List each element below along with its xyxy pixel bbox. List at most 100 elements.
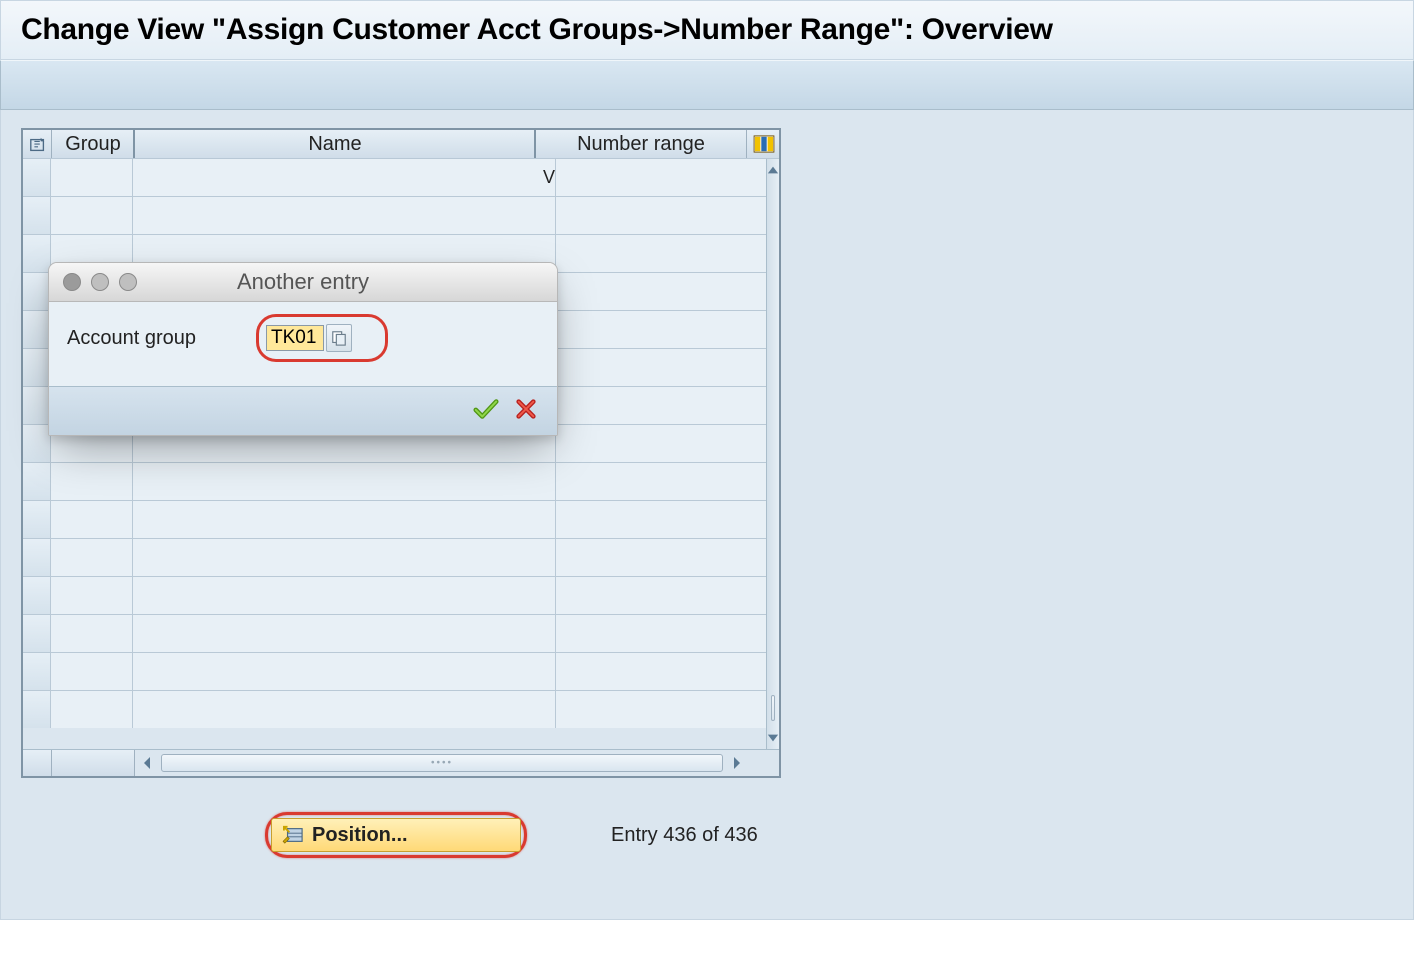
row-selector[interactable]	[23, 691, 51, 728]
table-row[interactable]	[23, 691, 766, 728]
table-row[interactable]	[23, 463, 766, 501]
cell-group[interactable]	[51, 501, 133, 538]
table-row[interactable]	[23, 615, 766, 653]
table-row[interactable]	[23, 197, 766, 235]
hscroll-thumb[interactable]: ••••	[161, 754, 723, 772]
cross-icon	[515, 398, 537, 425]
cell-name[interactable]	[133, 653, 556, 690]
table-row[interactable]	[23, 539, 766, 577]
row-selector[interactable]	[23, 501, 51, 538]
column-header-range-label: Number range	[577, 133, 705, 156]
application-toolbar	[0, 60, 1414, 110]
cell-number-range[interactable]	[556, 311, 766, 348]
column-header-number-range[interactable]: Number range	[536, 130, 747, 158]
row-selector[interactable]	[23, 349, 51, 386]
row-selector[interactable]	[23, 311, 51, 348]
cell-number-range[interactable]	[556, 501, 766, 538]
row-selector[interactable]	[23, 539, 51, 576]
cell-name[interactable]	[133, 577, 556, 614]
cell-name[interactable]	[133, 501, 556, 538]
select-all-icon	[29, 136, 45, 152]
window-close-button[interactable]	[63, 273, 81, 291]
cell-name[interactable]	[133, 691, 556, 728]
scroll-thumb[interactable]	[771, 695, 775, 721]
row-selector[interactable]	[23, 235, 51, 272]
sap-gui-page: Change View "Assign Customer Acct Groups…	[0, 0, 1414, 970]
cell-name[interactable]: V	[133, 159, 556, 196]
cell-number-range[interactable]	[556, 349, 766, 386]
cell-number-range[interactable]	[556, 691, 766, 728]
cell-number-range[interactable]	[556, 463, 766, 500]
cell-name[interactable]	[133, 463, 556, 500]
cell-number-range[interactable]	[556, 615, 766, 652]
scroll-down-button[interactable]	[767, 727, 779, 749]
cell-group[interactable]	[51, 691, 133, 728]
position-icon	[282, 825, 304, 845]
table-footer: Position... Entry 436 of 436	[21, 818, 1413, 852]
table-row[interactable]	[23, 653, 766, 691]
cell-group[interactable]	[51, 653, 133, 690]
cell-number-range[interactable]	[556, 653, 766, 690]
scroll-right-button[interactable]	[725, 750, 749, 776]
dialog-confirm-button[interactable]	[473, 398, 499, 424]
cell-group[interactable]	[51, 197, 133, 234]
table-row[interactable]	[23, 577, 766, 615]
horizontal-scrollbar: ••••	[23, 749, 779, 776]
table-settings-icon	[753, 135, 773, 153]
cell-number-range[interactable]	[556, 159, 766, 196]
row-selector[interactable]	[23, 463, 51, 500]
position-button[interactable]: Position...	[271, 818, 521, 852]
entry-status: Entry 436 of 436	[611, 824, 758, 847]
cell-group[interactable]	[51, 539, 133, 576]
table-row[interactable]	[23, 501, 766, 539]
page-title-bar: Change View "Assign Customer Acct Groups…	[0, 0, 1414, 60]
table-configure-button[interactable]	[747, 130, 779, 158]
position-button-highlight: Position...	[271, 818, 521, 852]
row-selector[interactable]	[23, 615, 51, 652]
cell-name[interactable]	[133, 615, 556, 652]
cell-name[interactable]	[133, 197, 556, 234]
row-selector[interactable]	[23, 425, 51, 462]
another-entry-dialog: Another entry Account group	[48, 262, 558, 436]
table-row[interactable]: V	[23, 159, 766, 197]
cell-group[interactable]	[51, 159, 133, 196]
cell-number-range[interactable]	[556, 577, 766, 614]
row-selector[interactable]	[23, 273, 51, 310]
cell-group[interactable]	[51, 577, 133, 614]
cell-group[interactable]	[51, 615, 133, 652]
scroll-up-button[interactable]	[767, 159, 779, 181]
cell-number-range[interactable]	[556, 235, 766, 272]
table-rows: V	[23, 159, 766, 749]
visible-text-fragment: V	[543, 167, 555, 188]
window-minimize-button[interactable]	[91, 273, 109, 291]
cell-number-range[interactable]	[556, 425, 766, 462]
dialog-titlebar[interactable]: Another entry	[49, 263, 557, 302]
table-body: V	[23, 159, 779, 749]
cell-name[interactable]	[133, 539, 556, 576]
row-selector[interactable]	[23, 159, 51, 196]
column-header-group[interactable]: Group	[52, 130, 135, 158]
row-selector[interactable]	[23, 577, 51, 614]
cell-number-range[interactable]	[556, 387, 766, 424]
cell-number-range[interactable]	[556, 273, 766, 310]
cell-group[interactable]	[51, 463, 133, 500]
column-header-name[interactable]: Name	[135, 130, 536, 158]
window-zoom-button[interactable]	[119, 273, 137, 291]
scroll-left-button[interactable]	[135, 750, 159, 776]
account-group-field-highlight	[266, 324, 352, 352]
dialog-body: Account group	[49, 302, 557, 386]
cell-number-range[interactable]	[556, 197, 766, 234]
table-header: Group Name Number range	[23, 130, 779, 159]
row-selector[interactable]	[23, 653, 51, 690]
checkmark-icon	[473, 397, 499, 426]
assignment-table: Group Name Number range	[21, 128, 781, 778]
dialog-cancel-button[interactable]	[513, 398, 539, 424]
row-selector[interactable]	[23, 197, 51, 234]
account-group-input[interactable]	[266, 325, 324, 351]
vertical-scrollbar[interactable]	[766, 159, 779, 749]
select-all-header[interactable]	[23, 130, 52, 158]
value-help-button[interactable]	[326, 324, 352, 352]
cell-number-range[interactable]	[556, 539, 766, 576]
row-selector[interactable]	[23, 387, 51, 424]
column-header-name-label: Name	[308, 133, 361, 156]
